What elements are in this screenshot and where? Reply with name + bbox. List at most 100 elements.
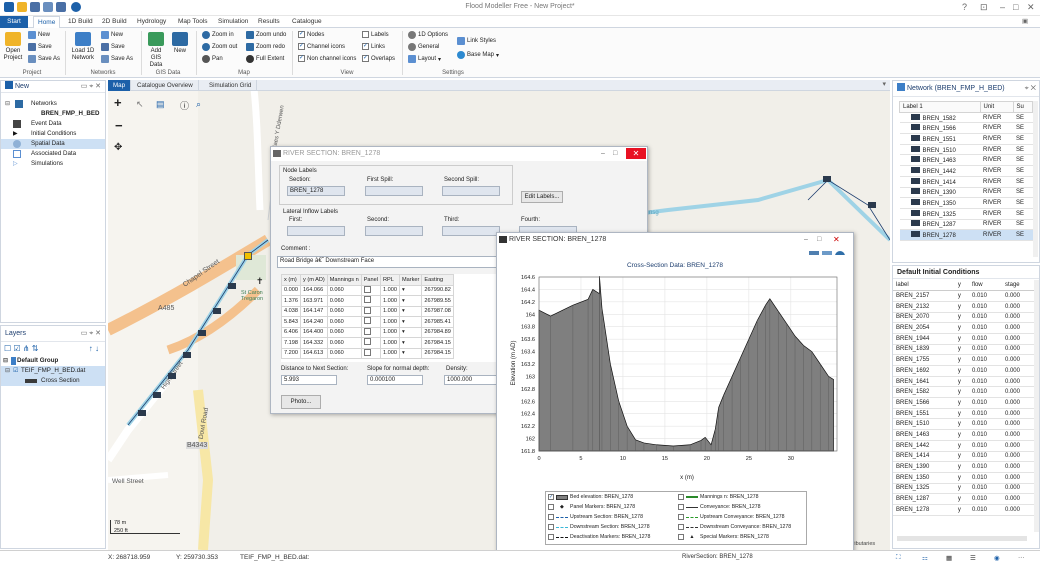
cell-label[interactable]: BREN_1551	[899, 133, 981, 145]
tree-item-networks[interactable]: ⊟ Networks	[1, 99, 105, 109]
new-gis-button[interactable]: New	[171, 32, 189, 54]
cell-flow[interactable]: 0.010	[968, 451, 1002, 463]
distance-input[interactable]: 5.993	[281, 375, 337, 385]
group-layer-icon[interactable]: ⋔	[23, 344, 30, 353]
cell-label[interactable]: BREN_1414	[899, 176, 981, 188]
cell-rpl[interactable]: 1.000	[380, 305, 400, 317]
cell-label[interactable]: BREN_1325	[893, 483, 955, 495]
cell-stage[interactable]: 0.000	[1001, 440, 1035, 452]
tab-1d-build[interactable]: 1D Build	[64, 16, 97, 28]
column-header[interactable]: Mannings n	[326, 274, 362, 286]
cell-x[interactable]: 1.376	[281, 295, 301, 307]
ic-horizontal-scrollbar[interactable]	[897, 536, 1027, 541]
legend-mannings[interactable]: Mannings n: BREN_1278	[678, 494, 759, 500]
new-project-button[interactable]: New	[28, 31, 50, 39]
tab-simulation-grid[interactable]: Simulation Grid	[204, 80, 258, 91]
cell-y[interactable]: y	[954, 504, 969, 516]
checkbox-icon[interactable]: ☑	[13, 344, 20, 353]
cell-x[interactable]: 4.038	[281, 305, 301, 317]
table-row[interactable]: BREN_1582 RIVER SE	[899, 112, 1033, 124]
cell-unit[interactable]: RIVER	[980, 187, 1014, 199]
cell-y[interactable]: 164.147	[300, 305, 328, 317]
table-row[interactable]: 4.038 164.147 0.060 1.000 ▾ 267987.08	[281, 305, 454, 317]
cell-y[interactable]: 164.613	[300, 347, 328, 359]
column-header[interactable]: y (m AD)	[300, 274, 328, 286]
tab-dropdown-icon[interactable]: ▾	[882, 80, 886, 88]
legend-conveyance[interactable]: Conveyance: BREN_1278	[678, 504, 761, 510]
cell-flow[interactable]: 0.010	[968, 493, 1002, 505]
cell-label[interactable]: BREN_1287	[899, 219, 981, 231]
cell-y[interactable]: y	[954, 451, 969, 463]
cell-panel[interactable]	[360, 295, 382, 307]
column-header[interactable]: y	[954, 280, 969, 292]
cell-marker-dropdown[interactable]: ▾	[398, 316, 423, 328]
table-row[interactable]: BREN_1839 y 0.010 0.000	[893, 344, 1035, 356]
river-node-icon[interactable]	[213, 308, 221, 314]
legend-downstream-conveyance[interactable]: Downstream Conveyance: BREN_1278	[678, 524, 791, 530]
cell-stage[interactable]: 0.000	[1001, 408, 1035, 420]
close-icon[interactable]: ✕	[833, 233, 840, 247]
ribbon-options-icon[interactable]: ▣	[1018, 16, 1032, 28]
table-row[interactable]: 1.376 163.971 0.060 1.000 ▾ 267989.55	[281, 295, 454, 307]
table-row[interactable]: BREN_1463 y 0.010 0.000	[893, 429, 1035, 441]
cell-label[interactable]: BREN_1278	[893, 504, 955, 516]
cell-stage[interactable]: 0.000	[1001, 376, 1035, 388]
checkbox-empty-icon[interactable]	[363, 317, 371, 325]
cell-flow[interactable]: 0.010	[968, 429, 1002, 441]
cell-easting[interactable]: 267987.08	[421, 305, 454, 317]
cell-flow[interactable]: 0.010	[968, 418, 1002, 431]
column-header[interactable]: Unit	[979, 101, 1014, 113]
table-row[interactable]: 7.200 164.613 0.060 1.000 ▾ 267984.15	[281, 347, 454, 359]
cell-easting[interactable]: 267990.82	[421, 284, 454, 296]
cell-y[interactable]: y	[954, 408, 969, 420]
cell-flow[interactable]: 0.010	[968, 333, 1002, 345]
cell-stage[interactable]: 0.000	[1001, 472, 1035, 484]
tab-catalogue[interactable]: Catalogue	[288, 16, 326, 28]
cell-flow[interactable]: 0.010	[968, 354, 1002, 366]
table-row[interactable]: BREN_1350 y 0.010 0.000	[893, 472, 1035, 484]
general-settings-button[interactable]: General	[408, 43, 439, 51]
column-header[interactable]: Su	[1012, 101, 1033, 113]
cell-flow[interactable]: 0.010	[968, 312, 1002, 324]
river-node-icon[interactable]	[198, 330, 206, 336]
table-row[interactable]: BREN_1325 y 0.010 0.000	[893, 483, 1035, 495]
cell-flow[interactable]: 0.010	[968, 344, 1002, 356]
channel-icons-checkbox[interactable]: ✓ Channel icons	[298, 43, 345, 50]
cell-y[interactable]: 163.971	[300, 295, 328, 307]
cell-stage[interactable]: 0.000	[1001, 386, 1035, 399]
cell-stage[interactable]: 0.000	[1001, 483, 1035, 495]
table-row[interactable]: BREN_1566 RIVER SE	[899, 122, 1033, 135]
cell-subtype[interactable]: SE	[1013, 197, 1033, 209]
river-node-icon[interactable]	[138, 410, 146, 416]
cell-panel[interactable]	[360, 326, 382, 338]
cell-y[interactable]: y	[954, 397, 969, 409]
first-spill-input[interactable]	[365, 186, 423, 196]
table-row[interactable]: BREN_1510 RIVER SE	[899, 144, 1033, 156]
table-row[interactable]: BREN_1442 y 0.010 0.000	[893, 440, 1035, 452]
cell-flow[interactable]: 0.010	[968, 397, 1002, 409]
table-row[interactable]: BREN_2157 y 0.010 0.000	[893, 290, 1035, 302]
cell-label[interactable]: BREN_1463	[893, 429, 955, 441]
zoom-out-tool-icon[interactable]: −	[115, 118, 123, 133]
cell-label[interactable]: BREN_1414	[893, 451, 955, 463]
network-grid[interactable]: Label 1 Unit Su BREN_1582 RIVER SE BREN_1566 R…	[899, 101, 1033, 257]
legend-upstream-conveyance[interactable]: Upstream Conveyance: BREN_1278	[678, 514, 784, 520]
nodes-checkbox[interactable]: ✓ Nodes	[298, 31, 324, 38]
cell-x[interactable]: 7.200	[281, 347, 301, 359]
table-row[interactable]: BREN_1278 y 0.010 0.000	[893, 504, 1035, 516]
tab-results[interactable]: Results	[254, 16, 284, 28]
cell-label[interactable]: BREN_2157	[893, 290, 955, 302]
tab-2d-build[interactable]: 2D Build	[98, 16, 131, 28]
cell-stage[interactable]: 0.000	[1001, 333, 1035, 345]
table-row[interactable]: BREN_1350 RIVER SE	[899, 197, 1033, 209]
table-row[interactable]: BREN_1287 RIVER SE	[899, 219, 1033, 231]
cell-stage[interactable]: 0.000	[1001, 301, 1035, 313]
cell-subtype[interactable]: SE	[1013, 187, 1033, 199]
table-row[interactable]: BREN_2132 y 0.010 0.000	[893, 301, 1035, 313]
table-row[interactable]: BREN_1551 RIVER SE	[899, 133, 1033, 145]
cell-panel[interactable]	[360, 284, 382, 296]
maximize-icon[interactable]: □	[817, 233, 821, 247]
minimize-icon[interactable]: –	[1000, 2, 1005, 12]
table-row[interactable]: BREN_1287 y 0.010 0.000	[893, 493, 1035, 505]
layer-item-dat-file[interactable]: ⊟ ☑ TEIF_FMP_H_BED.dat	[1, 366, 105, 376]
